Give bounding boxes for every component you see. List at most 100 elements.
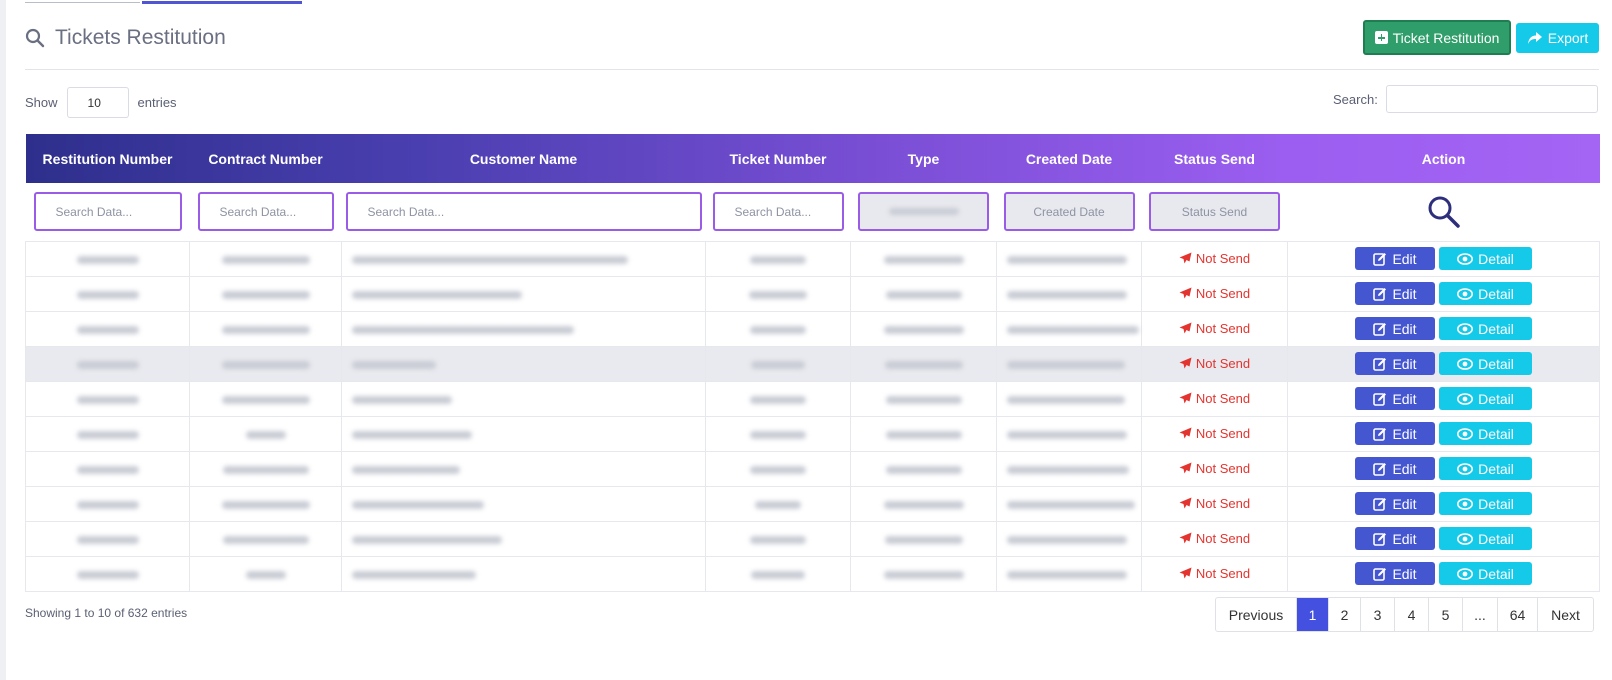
add-ticket-restitution-button[interactable]: Ticket Restitution <box>1363 20 1511 55</box>
pagination-next[interactable]: Next <box>1538 598 1593 631</box>
pagination-page-2[interactable]: 2 <box>1329 598 1361 631</box>
cell-restitution-number <box>25 240 190 277</box>
edit-button[interactable]: Edit <box>1355 457 1435 480</box>
detail-button[interactable]: Detail <box>1439 352 1532 375</box>
status-badge: Not Send <box>1179 566 1250 581</box>
column-header-ticket-number[interactable]: Ticket Number <box>706 134 851 183</box>
tab-strip <box>25 0 303 4</box>
detail-button[interactable]: Detail <box>1439 247 1532 270</box>
column-header-type[interactable]: Type <box>851 134 997 183</box>
table-row: Not Send Edit Detail <box>25 275 1600 312</box>
cell-created-date <box>996 275 1142 312</box>
cell-status-send: Not Send <box>1141 555 1288 592</box>
redacted-value <box>884 536 963 544</box>
filter-type-select[interactable] <box>858 192 989 232</box>
detail-button[interactable]: Detail <box>1439 527 1532 550</box>
edit-label: Edit <box>1392 565 1417 582</box>
tickets-table-wrapper: Restitution Number Contract Number Custo… <box>25 134 1600 592</box>
column-header-customer-name[interactable]: Customer Name <box>342 134 706 183</box>
pagination-page-5[interactable]: 5 <box>1429 598 1463 631</box>
redacted-value <box>352 361 436 369</box>
detail-button[interactable]: Detail <box>1439 562 1532 585</box>
table-row: Not Send Edit Detail <box>25 310 1600 347</box>
detail-button[interactable]: Detail <box>1439 422 1532 445</box>
detail-button[interactable]: Detail <box>1439 317 1532 340</box>
edit-button[interactable]: Edit <box>1355 492 1435 515</box>
filter-customer-name[interactable] <box>345 192 702 232</box>
redacted-value <box>222 466 309 474</box>
redacted-value <box>885 291 962 299</box>
cell-status-send: Not Send <box>1141 520 1288 557</box>
table-row: Not Send Edit Detail <box>25 485 1600 522</box>
status-label: Not Send <box>1195 460 1251 476</box>
eye-icon <box>1457 427 1474 440</box>
table-row: Not Send Edit Detail <box>25 415 1600 452</box>
redacted-value <box>751 361 805 369</box>
filter-search-icon[interactable] <box>1427 195 1461 229</box>
filter-restitution-number[interactable] <box>33 192 182 232</box>
redacted-value <box>1007 326 1139 334</box>
detail-label: Detail <box>1478 285 1514 302</box>
redacted-value <box>352 431 472 439</box>
entries-per-page-input[interactable] <box>66 87 129 118</box>
filter-contract-number[interactable] <box>197 192 334 232</box>
eye-icon <box>1457 322 1474 335</box>
edit-button[interactable]: Edit <box>1355 562 1435 585</box>
column-header-contract-number[interactable]: Contract Number <box>190 134 342 183</box>
add-button-label: Ticket Restitution <box>1392 29 1500 46</box>
filter-status-send[interactable] <box>1149 192 1280 232</box>
edit-button[interactable]: Edit <box>1355 527 1435 550</box>
detail-button[interactable]: Detail <box>1439 387 1532 410</box>
column-header-restitution-number[interactable]: Restitution Number <box>26 134 190 183</box>
redacted-value <box>352 396 452 404</box>
edit-icon <box>1373 462 1387 476</box>
tab-inactive[interactable] <box>25 2 140 3</box>
status-label: Not Send <box>1195 285 1251 301</box>
cell-customer-name <box>341 450 706 487</box>
edit-button[interactable]: Edit <box>1355 247 1435 270</box>
search-input[interactable] <box>1385 85 1598 113</box>
edit-button[interactable]: Edit <box>1355 387 1435 410</box>
cell-customer-name <box>341 310 706 347</box>
pagination-page-4[interactable]: 4 <box>1395 598 1429 631</box>
cell-created-date <box>996 520 1142 557</box>
status-label: Not Send <box>1195 425 1251 441</box>
filter-created-date[interactable] <box>1003 192 1135 232</box>
column-header-created-date[interactable]: Created Date <box>997 134 1142 183</box>
cell-contract-number <box>189 240 342 277</box>
edit-button[interactable]: Edit <box>1355 317 1435 340</box>
detail-label: Detail <box>1478 495 1514 512</box>
edit-button[interactable]: Edit <box>1355 282 1435 305</box>
edit-button[interactable]: Edit <box>1355 422 1435 445</box>
column-header-status-send[interactable]: Status Send <box>1142 134 1288 183</box>
length-show-label: Show <box>25 95 58 110</box>
redacted-value <box>1007 256 1127 264</box>
cell-type <box>850 275 997 312</box>
table-row: Not Send Edit Detail <box>25 345 1600 382</box>
edit-button[interactable]: Edit <box>1355 352 1435 375</box>
detail-button[interactable]: Detail <box>1439 282 1532 305</box>
cell-contract-number <box>189 310 342 347</box>
pagination-page-1[interactable]: 1 <box>1297 598 1329 631</box>
cell-contract-number <box>189 275 342 312</box>
edit-icon <box>1373 357 1387 371</box>
redacted-value <box>1007 571 1127 579</box>
cell-type <box>850 380 997 417</box>
detail-button[interactable]: Detail <box>1439 492 1532 515</box>
cell-type <box>850 310 997 347</box>
edit-label: Edit <box>1392 425 1417 442</box>
tab-active[interactable] <box>142 1 302 4</box>
pagination-previous[interactable]: Previous <box>1216 598 1297 631</box>
cell-type <box>850 450 997 487</box>
cell-type <box>850 240 997 277</box>
cell-status-send: Not Send <box>1141 345 1288 382</box>
detail-button[interactable]: Detail <box>1439 457 1532 480</box>
pagination-page-3[interactable]: 3 <box>1361 598 1395 631</box>
filter-ticket-number[interactable] <box>712 192 844 232</box>
length-menu: Show entries <box>25 87 177 118</box>
status-badge: Not Send <box>1179 496 1250 511</box>
cell-ticket-number <box>705 310 851 347</box>
export-button[interactable]: Export <box>1516 23 1599 53</box>
pagination-page-64[interactable]: 64 <box>1498 598 1538 631</box>
redacted-value <box>76 536 139 544</box>
